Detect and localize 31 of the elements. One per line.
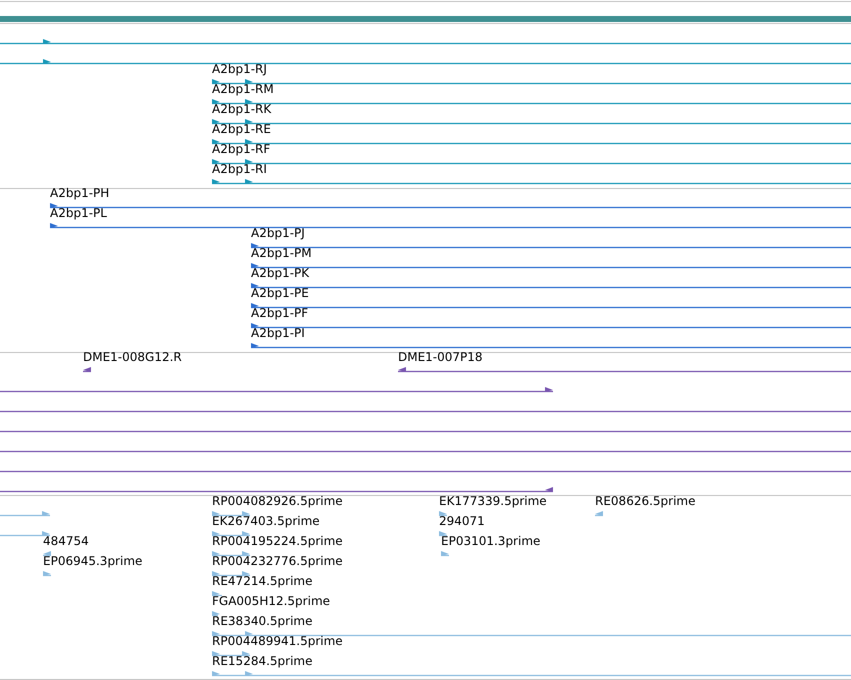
feature-label: RE38340.5prime [212,614,312,628]
feature-label: A2bp1-RJ [212,62,267,76]
feature-label: RP004489941.5prime [212,634,343,648]
feature-label: A2bp1-PF [251,306,308,320]
feature-label: A2bp1-PH [50,186,110,200]
feature-label: EP03101.3prime [441,534,540,548]
feature-label: RP004195224.5prime [212,534,343,548]
feature-label: A2bp1-PL [50,206,107,220]
feature-label: A2bp1-PK [251,266,310,280]
feature-label: A2bp1-PJ [251,226,305,240]
feature-label: RE08626.5prime [595,494,696,508]
feature-label: A2bp1-PE [251,286,309,300]
feature-label: A2bp1-RF [212,142,270,156]
feature-label: DME1-007P18 [398,350,483,364]
feature-label: A2bp1-PI [251,326,305,340]
feature-label: EK177339.5prime [439,494,547,508]
feature-label: 294071 [439,514,485,528]
feature-label: RP004082926.5prime [212,494,343,508]
feature-label: EK267403.5prime [212,514,320,528]
feature-label: FGA005H12.5prime [212,594,330,608]
feature-label: RP004232776.5prime [212,554,343,568]
feature-label: A2bp1-RM [212,82,274,96]
feature-label: EP06945.3prime [43,554,142,568]
feature-label: A2bp1-RI [212,162,267,176]
feature-label: A2bp1-RE [212,122,271,136]
feature-label: A2bp1-RK [212,102,272,116]
feature-label: DME1-008G12.R [83,350,182,364]
feature-label: RE15284.5prime [212,654,312,668]
feature-label: RE47214.5prime [212,574,312,588]
feature-label: 484754 [43,534,89,548]
feature-label: A2bp1-PM [251,246,312,260]
